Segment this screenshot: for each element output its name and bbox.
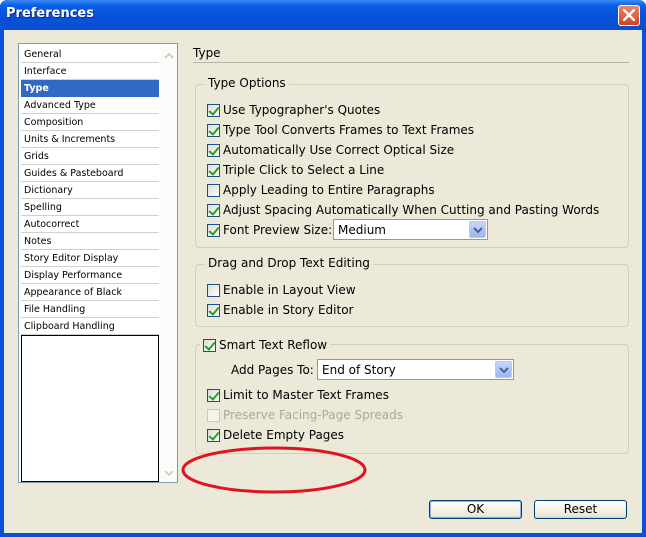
- option-label: Type Tool Converts Frames to Text Frames: [223, 123, 475, 137]
- title-bar[interactable]: Preferences: [0, 0, 646, 30]
- option-preserve-facing-spreads: Preserve Facing-Page Spreads: [207, 407, 403, 423]
- font-preview-size-select[interactable]: Medium: [333, 219, 488, 240]
- list-scrollbar[interactable]: [160, 45, 177, 481]
- option-label: Delete Empty Pages: [223, 428, 345, 442]
- sidebar-item-composition[interactable]: Composition: [21, 114, 159, 131]
- checkbox[interactable]: [207, 223, 220, 237]
- option-label: Enable in Story Editor: [223, 303, 354, 317]
- option-label: Enable in Layout View: [223, 283, 356, 297]
- option-apply-leading[interactable]: Apply Leading to Entire Paragraphs: [207, 182, 435, 198]
- reset-button[interactable]: Reset: [534, 500, 627, 519]
- option-delete-empty-pages[interactable]: Delete Empty Pages: [207, 427, 344, 443]
- dropdown-button[interactable]: [495, 361, 512, 378]
- sidebar-item-story-editor-display[interactable]: Story Editor Display: [21, 250, 159, 267]
- sidebar-item-interface[interactable]: Interface: [21, 63, 159, 80]
- panel-title: Type: [193, 46, 221, 60]
- option-type-tool-converts-frames[interactable]: Type Tool Converts Frames to Text Frames: [207, 122, 474, 138]
- checkbox[interactable]: [207, 123, 220, 137]
- sidebar-item-advanced-type[interactable]: Advanced Type: [21, 97, 159, 114]
- sidebar-item-file-handling[interactable]: File Handling: [21, 301, 159, 318]
- scroll-down-arrow-icon[interactable]: [164, 469, 174, 477]
- option-label: Limit to Master Text Frames: [223, 388, 389, 402]
- checkbox[interactable]: [207, 143, 220, 157]
- ok-button[interactable]: OK: [429, 500, 522, 519]
- dialog-body: General Interface Type Advanced Type Com…: [4, 30, 642, 533]
- option-adjust-spacing[interactable]: Adjust Spacing Automatically When Cuttin…: [207, 202, 599, 218]
- sidebar-item-notes[interactable]: Notes: [21, 233, 159, 250]
- sidebar-item-units-increments[interactable]: Units & Increments: [21, 131, 159, 148]
- sidebar-item-type[interactable]: Type: [21, 80, 159, 97]
- option-limit-master-frames[interactable]: Limit to Master Text Frames: [207, 387, 389, 403]
- checkbox[interactable]: [207, 183, 220, 197]
- checkbox[interactable]: [207, 303, 220, 317]
- list-empty-area: [21, 335, 159, 482]
- option-triple-click[interactable]: Triple Click to Select a Line: [207, 162, 384, 178]
- scroll-up-arrow-icon[interactable]: [164, 52, 174, 60]
- sidebar-item-display-performance[interactable]: Display Performance: [21, 267, 159, 284]
- chevron-down-icon: [473, 227, 483, 234]
- sidebar-item-appearance-of-black[interactable]: Appearance of Black: [21, 284, 159, 301]
- close-button[interactable]: [618, 5, 640, 26]
- option-enable-layout-view[interactable]: Enable in Layout View: [207, 282, 356, 298]
- sidebar-item-general[interactable]: General: [21, 46, 159, 63]
- annotation-ellipse: [181, 446, 367, 494]
- option-label: Font Preview Size:: [223, 223, 333, 237]
- option-font-preview[interactable]: Font Preview Size:: [207, 222, 332, 238]
- select-value: Medium: [338, 223, 386, 237]
- sidebar-item-guides-pasteboard[interactable]: Guides & Pasteboard: [21, 165, 159, 182]
- option-label: Adjust Spacing Automatically When Cuttin…: [223, 203, 600, 217]
- option-label: Apply Leading to Entire Paragraphs: [223, 183, 435, 197]
- option-label: Smart Text Reflow: [219, 338, 328, 352]
- smart-text-reflow-toggle[interactable]: Smart Text Reflow: [200, 337, 331, 353]
- option-label: Use Typographer's Quotes: [223, 103, 381, 117]
- add-pages-select[interactable]: End of Story: [317, 359, 514, 380]
- sidebar-item-autocorrect[interactable]: Autocorrect: [21, 216, 159, 233]
- option-optical-size[interactable]: Automatically Use Correct Optical Size: [207, 142, 454, 158]
- sidebar-item-grids[interactable]: Grids: [21, 148, 159, 165]
- checkbox[interactable]: [207, 203, 220, 217]
- preferences-window: Preferences General Interface Type Advan…: [0, 0, 646, 537]
- add-pages-label: Add Pages To:: [231, 363, 314, 377]
- category-list[interactable]: General Interface Type Advanced Type Com…: [18, 43, 178, 483]
- drag-drop-label: Drag and Drop Text Editing: [205, 256, 373, 270]
- checkbox[interactable]: [207, 163, 220, 177]
- chevron-down-icon: [499, 367, 509, 374]
- sidebar-item-dictionary[interactable]: Dictionary: [21, 182, 159, 199]
- option-label: Triple Click to Select a Line: [223, 163, 385, 177]
- window-title: Preferences: [6, 6, 94, 21]
- option-label: Preserve Facing-Page Spreads: [223, 408, 403, 422]
- option-typographers-quotes[interactable]: Use Typographer's Quotes: [207, 102, 380, 118]
- type-options-label: Type Options: [205, 76, 289, 90]
- dropdown-button[interactable]: [469, 221, 486, 238]
- sidebar-item-clipboard-handling[interactable]: Clipboard Handling: [21, 318, 159, 335]
- panel-divider: [193, 62, 629, 63]
- option-enable-story-editor[interactable]: Enable in Story Editor: [207, 302, 353, 318]
- checkbox[interactable]: [207, 103, 220, 117]
- option-label: Automatically Use Correct Optical Size: [223, 143, 455, 157]
- checkbox[interactable]: [203, 338, 216, 352]
- close-icon: [623, 9, 635, 21]
- checkbox: [207, 408, 220, 422]
- checkbox[interactable]: [207, 388, 220, 402]
- checkbox[interactable]: [207, 283, 220, 297]
- sidebar-item-spelling[interactable]: Spelling: [21, 199, 159, 216]
- select-value: End of Story: [322, 363, 396, 377]
- checkbox[interactable]: [207, 428, 220, 442]
